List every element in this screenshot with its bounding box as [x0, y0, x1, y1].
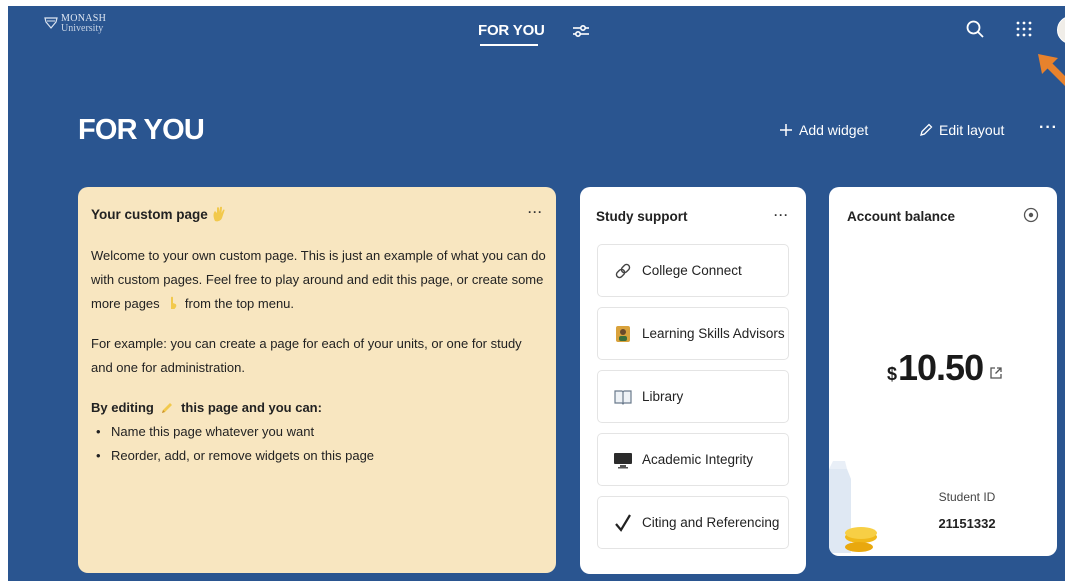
study-link-label: Library [642, 389, 684, 404]
study-link-citing-referencing[interactable]: Citing and Referencing [597, 496, 789, 549]
avatar[interactable] [1057, 16, 1065, 44]
active-tab-indicator [480, 44, 538, 46]
account-balance-title: Account balance [847, 209, 956, 224]
list-item: Reorder, add, or remove widgets on this … [91, 444, 546, 468]
editing-heading: By editing this page and you can: [91, 396, 546, 420]
study-support-list: College Connect Learning Skills Advisors [597, 244, 789, 559]
search-icon[interactable] [965, 19, 985, 39]
waving-hand-icon [213, 206, 225, 222]
annotation-arrow-icon [1038, 54, 1065, 86]
study-link-learning-skills-advisors[interactable]: Learning Skills Advisors [597, 307, 789, 360]
study-support-more-button[interactable]: ··· [774, 208, 789, 222]
custom-page-title: Your custom page [91, 206, 230, 222]
edit-layout-label: Edit layout [939, 122, 1005, 138]
editing-heading-start: By editing [91, 400, 154, 415]
custom-page-title-text: Your custom page [91, 206, 208, 222]
editing-list: Name this page whatever you want Reorder… [91, 420, 546, 468]
study-link-library[interactable]: Library [597, 370, 789, 423]
monitor-icon [612, 450, 634, 470]
brand-subtitle: University [61, 23, 104, 34]
study-link-label: College Connect [642, 263, 742, 278]
external-link-icon [990, 367, 1002, 379]
savings-jar-icon [829, 461, 877, 553]
study-link-academic-integrity[interactable]: Academic Integrity [597, 433, 789, 486]
intro-text-end: from the top menu. [184, 296, 295, 311]
balance-currency: $ [887, 364, 898, 384]
custom-page-intro: Welcome to your own custom page. This is… [91, 244, 546, 316]
student-id-label: Student ID [938, 490, 996, 504]
account-balance-card: Account balance $ 10.50 Student ID 21151… [829, 187, 1057, 556]
pencil-emoji-icon [162, 403, 173, 413]
add-widget-button[interactable]: Add widget [779, 122, 868, 138]
study-support-title: Study support [596, 209, 688, 224]
study-link-college-connect[interactable]: College Connect [597, 244, 789, 297]
custom-page-card: Your custom page ··· Welcome to your own… [78, 187, 556, 573]
book-icon [612, 387, 634, 407]
checkmark-icon [612, 513, 634, 533]
custom-page-body: Welcome to your own custom page. This is… [91, 244, 546, 468]
add-widget-label: Add widget [799, 122, 869, 138]
plus-icon [780, 124, 792, 136]
study-link-label: Learning Skills Advisors [642, 326, 785, 341]
tab-for-you[interactable]: FOR YOU [478, 22, 545, 39]
balance-amount[interactable]: $ 10.50 [887, 347, 1003, 389]
balance-value: 10.50 [898, 347, 984, 388]
student-id-value: 21151332 [938, 516, 996, 531]
editing-heading-end: this page and you can: [181, 400, 322, 415]
study-link-label: Academic Integrity [642, 452, 754, 467]
apps-grid-icon[interactable] [1016, 21, 1032, 37]
study-link-label: Citing and Referencing [642, 515, 780, 530]
edit-layout-button[interactable]: Edit layout [919, 122, 1004, 138]
crest-icon [44, 17, 58, 29]
link-icon [612, 261, 634, 281]
pointing-hand-icon [171, 296, 177, 309]
tune-icon[interactable] [572, 23, 590, 39]
monash-logo[interactable]: MONASH University [44, 14, 106, 34]
study-support-card: Study support ··· College Connect Learni… [580, 187, 806, 574]
app-window: MONASH University FOR YOU FOR YOU Add wi… [8, 6, 1065, 581]
list-item: Name this page whatever you want [91, 420, 546, 444]
custom-page-example: For example: you can create a page for e… [91, 336, 522, 375]
advisor-icon [612, 324, 634, 344]
intro-text: Welcome to your own custom page. This is… [91, 248, 546, 311]
custom-page-more-button[interactable]: ··· [528, 205, 543, 219]
eye-icon[interactable] [1023, 207, 1039, 223]
page-title: FOR YOU [78, 114, 205, 146]
page-more-options-button[interactable]: ··· [1039, 119, 1058, 137]
pencil-icon [920, 123, 933, 136]
